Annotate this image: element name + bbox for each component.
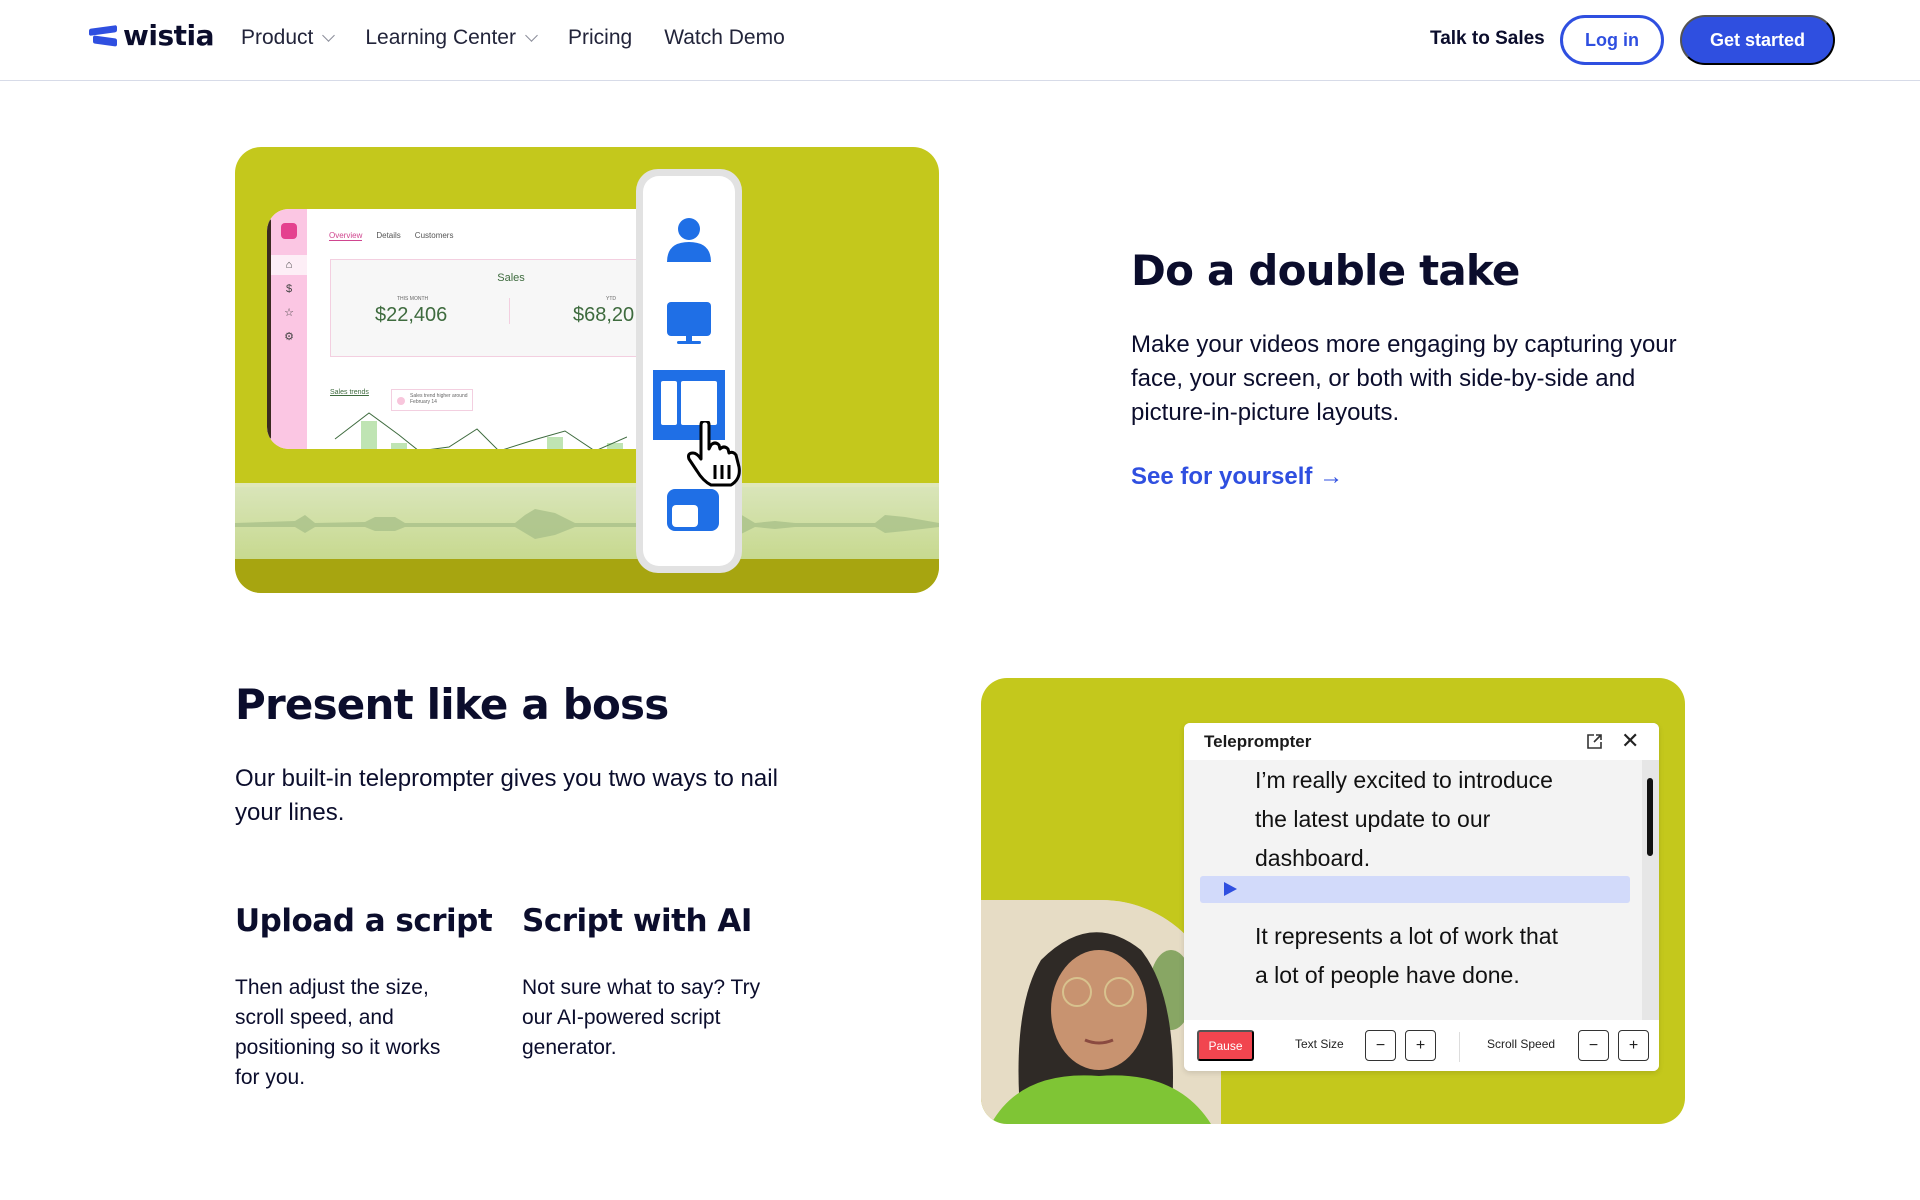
feature-title-upload: Upload a script bbox=[235, 903, 493, 939]
get-started-button[interactable]: Get started bbox=[1680, 15, 1835, 65]
gear-icon: ⚙ bbox=[284, 331, 294, 343]
feature-title-ai: Script with AI bbox=[522, 903, 752, 939]
dashboard-tabs: Overview Details Customers bbox=[329, 231, 453, 241]
scrollbar-thumb[interactable] bbox=[1647, 778, 1653, 856]
picture-in-picture-layout-icon[interactable] bbox=[666, 488, 720, 532]
section-body-double-take: Make your videos more engaging by captur… bbox=[1131, 331, 1677, 426]
nav-watch-demo[interactable]: Watch Demo bbox=[664, 26, 785, 50]
star-icon: ☆ bbox=[284, 307, 294, 319]
wistia-logo-mark-icon bbox=[89, 24, 119, 48]
teleprompter-controls: Pause Text Size − + Scroll Speed − + bbox=[1184, 1020, 1659, 1071]
text-size-increase-button[interactable]: + bbox=[1405, 1030, 1436, 1061]
teleprompter-scrollbar[interactable] bbox=[1642, 760, 1659, 1020]
teleprompter-current-line bbox=[1200, 876, 1630, 903]
external-link-icon[interactable] bbox=[1586, 733, 1603, 750]
scroll-speed-increase-button[interactable]: + bbox=[1618, 1030, 1649, 1061]
this-month-value: $22,406 bbox=[375, 304, 448, 326]
login-button[interactable]: Log in bbox=[1560, 15, 1664, 65]
trend-bar bbox=[361, 421, 377, 449]
feature-body-upload: Then adjust the size, scroll speed, and … bbox=[235, 976, 441, 1089]
home-icon: ⌂ bbox=[285, 259, 293, 271]
teleprompter-script-before: I’m really excited to introduce the late… bbox=[1255, 767, 1553, 871]
ytd-value: $68,20 bbox=[573, 304, 635, 326]
sales-title: Sales bbox=[497, 272, 525, 284]
this-month-label: THIS MONTH bbox=[397, 296, 429, 302]
teleprompter-header: Teleprompter ✕ bbox=[1184, 723, 1659, 760]
teleprompter-script-after: It represents a lot of work that a lot o… bbox=[1255, 923, 1558, 988]
nav-pricing[interactable]: Pricing bbox=[568, 26, 632, 50]
close-icon[interactable]: ✕ bbox=[1621, 730, 1639, 752]
main-nav: Product Learning Center Pricing Watch De… bbox=[241, 26, 785, 50]
info-icon bbox=[397, 397, 405, 405]
scroll-speed-decrease-button[interactable]: − bbox=[1578, 1030, 1609, 1061]
layouts-illustration: ⌂ $ ☆ ⚙ Overview Details Customers Sales… bbox=[235, 147, 939, 593]
teleprompter-panel: Teleprompter ✕ I’m really excited to int… bbox=[1184, 723, 1659, 1071]
audio-waveform bbox=[235, 487, 939, 559]
sales-summary: Sales THIS MONTH $22,406 YTD $68,20 bbox=[330, 259, 687, 357]
feature-body-ai: Not sure what to say? Try our AI-powered… bbox=[522, 976, 761, 1059]
text-size-decrease-button[interactable]: − bbox=[1365, 1030, 1396, 1061]
section-title-present: Present like a boss bbox=[235, 680, 669, 729]
layout-picker bbox=[636, 169, 742, 573]
teleprompter-title: Teleprompter bbox=[1204, 732, 1312, 751]
nav-product-label: Product bbox=[241, 26, 314, 49]
sales-trends-label: Sales trends bbox=[330, 389, 369, 396]
dashboard-mockup: ⌂ $ ☆ ⚙ Overview Details Customers Sales… bbox=[267, 209, 687, 449]
dashboard-tab-overview: Overview bbox=[329, 231, 363, 241]
trend-bar bbox=[391, 443, 407, 449]
teleprompter-illustration: Teleprompter ✕ I’m really excited to int… bbox=[981, 678, 1685, 1124]
nav-watch-demo-label: Watch Demo bbox=[664, 26, 785, 49]
screen-only-layout-icon[interactable] bbox=[666, 300, 712, 346]
section-body-present: Our built-in teleprompter gives you two … bbox=[235, 765, 778, 826]
nav-learning-center-label: Learning Center bbox=[365, 26, 516, 49]
dashboard-tab-customers: Customers bbox=[414, 231, 454, 240]
section-title-double-take: Do a double take bbox=[1131, 246, 1520, 295]
dashboard-sidebar: ⌂ $ ☆ ⚙ bbox=[267, 209, 307, 449]
text-size-label: Text Size bbox=[1295, 1037, 1344, 1051]
trend-bar bbox=[547, 437, 563, 449]
nav-learning-center[interactable]: Learning Center bbox=[365, 26, 538, 50]
chevron-down-icon bbox=[322, 29, 336, 42]
camera-only-layout-icon[interactable] bbox=[666, 216, 712, 262]
trend-note: Sales trend higher around February 14 bbox=[391, 389, 473, 411]
dollar-icon: $ bbox=[285, 283, 293, 295]
dashboard-logo-icon bbox=[281, 223, 297, 239]
site-header: wistia Product Learning Center Pricing W… bbox=[0, 0, 1920, 81]
nav-product[interactable]: Product bbox=[241, 26, 336, 50]
see-for-yourself-link[interactable]: See for yourself → bbox=[1131, 463, 1343, 491]
talk-to-sales-link[interactable]: Talk to Sales bbox=[1430, 28, 1545, 50]
pause-button[interactable]: Pause bbox=[1197, 1030, 1254, 1061]
ytd-label: YTD bbox=[606, 296, 616, 302]
wistia-logo[interactable]: wistia bbox=[89, 19, 215, 52]
arrow-right-icon: → bbox=[1319, 463, 1344, 490]
hand-cursor-icon bbox=[687, 421, 741, 487]
sales-trend-chart bbox=[334, 412, 627, 449]
chevron-down-icon bbox=[525, 29, 538, 42]
scroll-speed-label: Scroll Speed bbox=[1487, 1037, 1556, 1051]
logo-text: wistia bbox=[123, 19, 215, 52]
trend-bar bbox=[607, 443, 623, 449]
nav-pricing-label: Pricing bbox=[567, 26, 633, 49]
trend-line bbox=[334, 412, 627, 449]
play-marker-icon bbox=[1224, 882, 1237, 896]
dashboard-tab-details: Details bbox=[376, 231, 401, 240]
